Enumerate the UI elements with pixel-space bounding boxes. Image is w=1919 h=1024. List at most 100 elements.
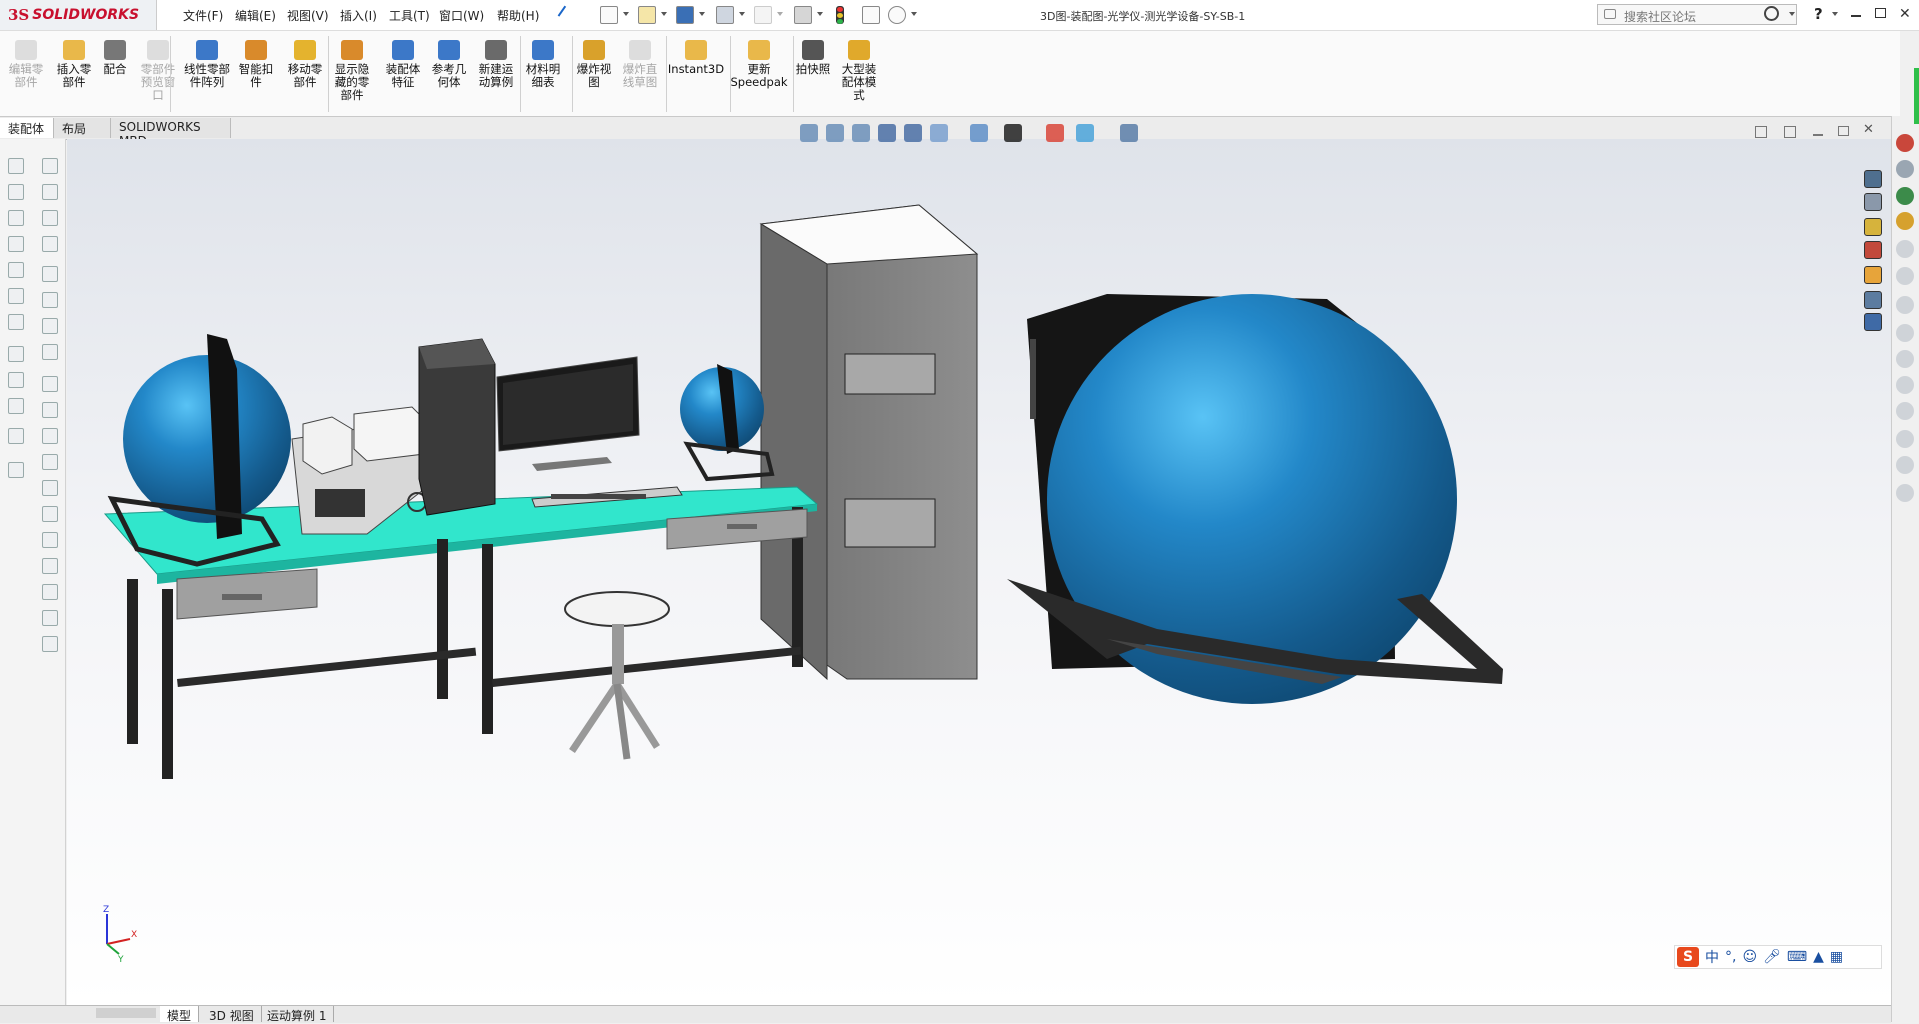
cmd-motion-study-button[interactable]: 新建运 动算例	[473, 40, 519, 89]
cmd-linear-pattern-button[interactable]: 线性零部 件阵列	[180, 40, 234, 89]
left-tool-icon[interactable]	[8, 372, 24, 388]
sketch-tool-icon[interactable]	[42, 376, 58, 392]
sketch-tool-icon[interactable]	[42, 210, 58, 226]
sketch-tool-icon[interactable]	[42, 236, 58, 252]
keyboard-icon[interactable]: ⌨	[1787, 949, 1807, 965]
open-icon[interactable]	[638, 6, 656, 24]
cmd-explode-line-sketch-button[interactable]: 爆炸直 线草图	[618, 40, 662, 89]
left-tool-icon[interactable]	[8, 314, 24, 330]
menu-tools[interactable]: 工具(T)	[389, 7, 430, 24]
left-tool-icon[interactable]	[8, 262, 24, 278]
small-box-right[interactable]	[353, 406, 425, 462]
feature-tool-icon[interactable]	[1896, 296, 1914, 314]
new-document-icon[interactable]	[600, 6, 618, 24]
sketch-tool-icon[interactable]	[42, 158, 58, 174]
tab-assembly[interactable]: 装配体	[0, 118, 54, 138]
skin-icon[interactable]: ▲	[1813, 949, 1824, 965]
left-tool-icon[interactable]	[8, 346, 24, 362]
appearances-icon[interactable]	[1864, 266, 1882, 284]
solidworks-logo[interactable]: 3S SOLIDWORKS	[0, 0, 157, 30]
small-box-left[interactable]	[302, 416, 353, 475]
tab-solidworks-mbd[interactable]: SOLIDWORKS MBD	[111, 118, 231, 148]
feature-tool-icon[interactable]	[1896, 376, 1914, 394]
sketch-tool-icon[interactable]	[42, 402, 58, 418]
feature-tool-icon[interactable]	[1896, 430, 1914, 448]
select-dropdown-icon[interactable]	[817, 12, 823, 16]
cmd-assembly-features-button[interactable]: 装配体 特征	[381, 40, 425, 89]
emoji-icon[interactable]: ☺	[1742, 949, 1757, 965]
sketch-tool-icon[interactable]	[42, 266, 58, 282]
menu-help[interactable]: 帮助(H)	[497, 7, 539, 24]
design-library-icon[interactable]	[1864, 193, 1882, 211]
sketch-tool-icon[interactable]	[42, 344, 58, 360]
sketch-tool-icon[interactable]	[42, 610, 58, 626]
search-icon[interactable]	[1764, 6, 1779, 21]
cmd-show-hidden-button[interactable]: 显示隐 藏的零 部件	[328, 40, 376, 102]
scroll-indicator[interactable]	[1914, 68, 1919, 124]
print-dropdown-icon[interactable]	[739, 12, 745, 16]
feature-tool-icon[interactable]	[1896, 456, 1914, 474]
custom-properties-icon[interactable]	[1864, 291, 1882, 309]
cmd-exploded-view-button[interactable]: 爆炸视 图	[572, 40, 616, 89]
tab-model[interactable]: 模型	[160, 1006, 200, 1023]
viewport-restore-icon[interactable]	[1838, 126, 1849, 136]
feature-tool-icon[interactable]	[1896, 324, 1914, 342]
sketch-tool-icon[interactable]	[42, 292, 58, 308]
left-tool-icon[interactable]	[8, 428, 24, 444]
options-gear-icon[interactable]	[888, 6, 906, 24]
cmd-speedpak-button[interactable]: 更新 Speedpak	[730, 40, 788, 89]
menu-view[interactable]: 视图(V)	[287, 7, 329, 24]
cmd-instant3d-button[interactable]: Instant3D	[666, 40, 726, 76]
cmd-bom-button[interactable]: 材料明 细表	[522, 40, 564, 89]
sketch-tool-icon[interactable]	[42, 428, 58, 444]
cmd-smart-fasteners-button[interactable]: 智能扣 件	[236, 40, 276, 89]
forum-icon[interactable]	[1864, 313, 1882, 331]
feature-tool-icon[interactable]	[1896, 267, 1914, 285]
help-dropdown-icon[interactable]	[1832, 12, 1838, 16]
ime-punctuation[interactable]: °,	[1725, 949, 1736, 965]
left-tool-icon[interactable]	[8, 210, 24, 226]
feature-tool-icon[interactable]	[1896, 212, 1914, 230]
home-resources-icon[interactable]	[1864, 170, 1882, 188]
restore-window-icon[interactable]	[1875, 8, 1886, 18]
help-icon[interactable]: ?	[1814, 5, 1823, 23]
tab-3d-views[interactable]: 3D 视图	[202, 1006, 262, 1023]
viewport-minimize-icon[interactable]	[1813, 134, 1823, 136]
microphone-icon[interactable]: 🎤︎	[1763, 949, 1781, 965]
cmd-large-assembly-button[interactable]: 大型装 配体模 式	[836, 40, 882, 102]
select-pointer-icon[interactable]	[794, 6, 812, 24]
minimize-window-icon[interactable]	[1851, 15, 1861, 17]
menu-edit[interactable]: 编辑(E)	[235, 7, 276, 24]
left-tool-icon[interactable]	[8, 462, 24, 478]
sketch-tool-icon[interactable]	[42, 184, 58, 200]
save-icon[interactable]	[676, 6, 694, 24]
feature-tool-icon[interactable]	[1896, 350, 1914, 368]
viewport-close-icon[interactable]: ✕	[1863, 122, 1874, 137]
open-dropdown-icon[interactable]	[661, 12, 667, 16]
left-tool-icon[interactable]	[8, 184, 24, 200]
cmd-move-component-button[interactable]: 移动零 部件	[283, 40, 327, 89]
feature-tool-icon[interactable]	[1896, 484, 1914, 502]
ime-language[interactable]: 中	[1705, 947, 1719, 967]
sketch-tool-icon[interactable]	[42, 454, 58, 470]
sketch-tool-icon[interactable]	[42, 584, 58, 600]
rebuild-traffic-light-icon[interactable]	[836, 6, 844, 24]
close-window-icon[interactable]: ✕	[1899, 6, 1911, 22]
tools-grid-icon[interactable]: ▦	[1830, 949, 1843, 965]
sketch-tool-icon[interactable]	[42, 636, 58, 652]
monitor[interactable]	[496, 356, 640, 471]
cmd-snapshot-button[interactable]: 拍快照	[793, 40, 833, 76]
feature-tool-icon[interactable]	[1896, 402, 1914, 420]
new-dropdown-icon[interactable]	[623, 12, 629, 16]
feature-tool-icon[interactable]	[1896, 240, 1914, 258]
computer-tower[interactable]	[418, 338, 496, 516]
cmd-mate-button[interactable]: 配合	[98, 40, 132, 76]
left-tool-icon[interactable]	[8, 158, 24, 174]
left-tool-icon[interactable]	[8, 236, 24, 252]
cmd-component-preview-button[interactable]: 零部件 预览窗 口	[136, 40, 180, 102]
menu-window[interactable]: 窗口(W)	[439, 7, 484, 24]
small-integrating-sphere-right[interactable]	[680, 364, 775, 482]
tab-layout[interactable]: 布局	[54, 118, 111, 138]
cmd-edit-component-button[interactable]: 编辑零 部件	[4, 40, 48, 89]
file-properties-icon[interactable]	[862, 6, 880, 24]
